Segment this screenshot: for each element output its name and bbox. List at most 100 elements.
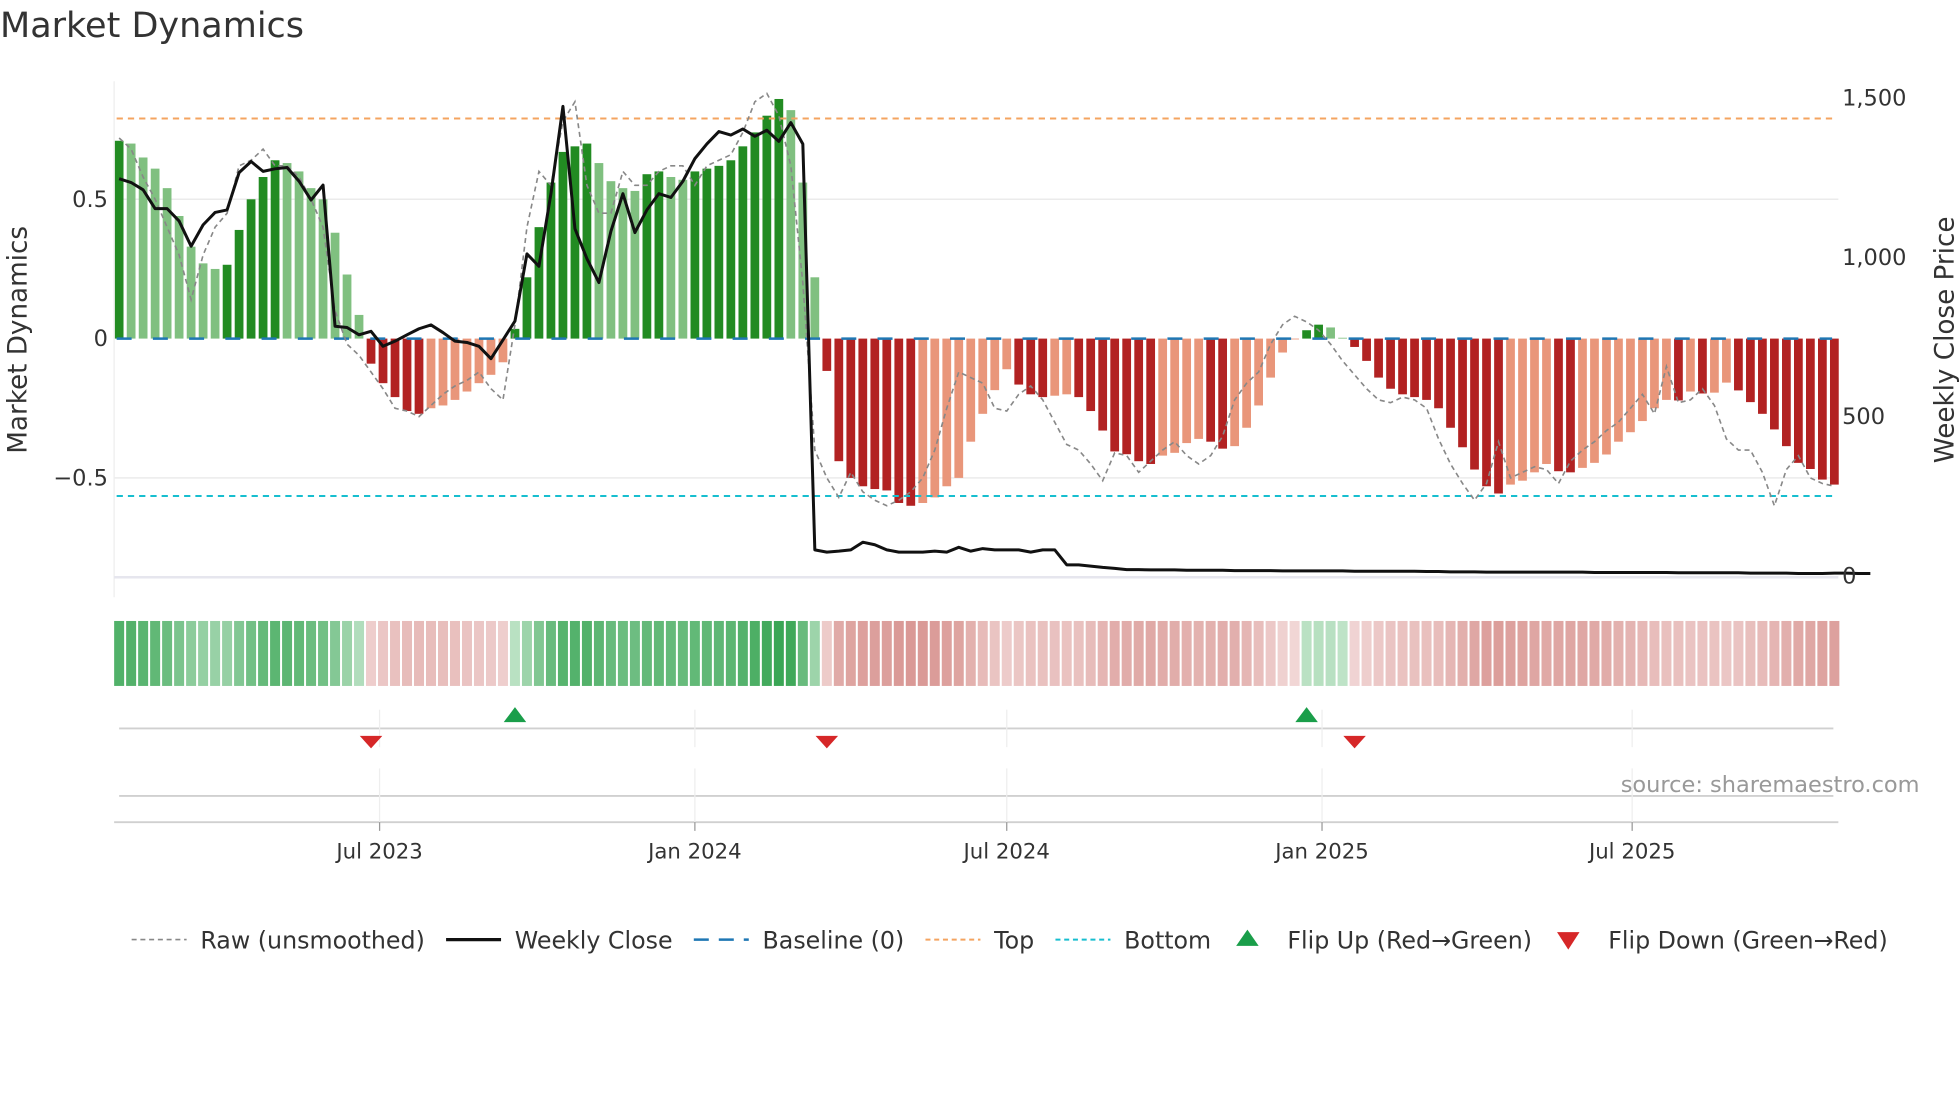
heat-cell — [1277, 620, 1288, 686]
bar — [1338, 337, 1347, 339]
bar — [570, 146, 580, 339]
heat-cell — [402, 620, 413, 686]
heat-cell — [1217, 620, 1228, 686]
heat-cell — [953, 620, 964, 686]
bar — [450, 338, 460, 400]
y2-tick-label: 500 — [1842, 404, 1885, 430]
bar — [1266, 338, 1275, 378]
bar — [954, 338, 964, 478]
heat-cell — [1613, 620, 1624, 686]
heat-cell — [1661, 620, 1672, 686]
bar — [510, 328, 520, 339]
heat-cell — [509, 620, 520, 686]
bar — [978, 338, 988, 414]
heat-cell — [1397, 620, 1408, 686]
heat-cell — [1481, 620, 1492, 686]
bar — [714, 165, 724, 339]
heat-cell — [1589, 620, 1600, 686]
bar — [114, 140, 124, 339]
heat-cell — [701, 620, 712, 686]
bar — [402, 338, 412, 412]
raw-line — [118, 92, 1835, 509]
x-tick-label: Jan 2024 — [646, 839, 742, 864]
bar — [1686, 338, 1695, 392]
heat-cell — [1421, 620, 1432, 686]
y-tick-label: −0.5 — [53, 465, 108, 491]
heat-cell — [533, 620, 544, 686]
bar — [1638, 338, 1647, 422]
heat-cell — [210, 620, 221, 686]
bar — [1182, 338, 1192, 444]
heat-cell — [437, 620, 448, 686]
heat-cell — [114, 620, 125, 686]
heat-cell — [773, 620, 784, 686]
heat-cell — [1829, 620, 1840, 686]
bar — [1230, 338, 1240, 447]
bar — [1458, 338, 1467, 448]
bar — [906, 338, 916, 506]
heat-cell — [1025, 620, 1036, 686]
bar — [222, 264, 232, 339]
heat-cell — [366, 620, 377, 686]
bar — [1146, 338, 1156, 464]
bar — [366, 338, 376, 364]
heat-cell — [1781, 620, 1792, 686]
flip-down-marker — [359, 735, 383, 749]
bar — [1422, 338, 1431, 400]
bar — [1014, 338, 1024, 385]
bar — [234, 229, 244, 339]
bar — [1314, 324, 1323, 339]
bar — [1494, 338, 1503, 494]
heat-cell — [1493, 620, 1504, 686]
heat-cell — [965, 620, 976, 686]
heat-cell — [593, 620, 604, 686]
bar — [186, 246, 196, 339]
bar — [1218, 338, 1228, 449]
bars — [114, 98, 1839, 506]
bar — [1326, 327, 1335, 339]
heat-cell — [857, 620, 868, 686]
bar — [1554, 338, 1563, 472]
heat-cell — [545, 620, 556, 686]
heat-cell — [893, 620, 904, 686]
heat-cell — [749, 620, 760, 686]
heat-cell — [330, 620, 341, 686]
bar — [1590, 338, 1599, 463]
heat-cell — [941, 620, 952, 686]
heat-cell — [1385, 620, 1396, 686]
legend-label: Raw (unsmoothed) — [200, 926, 424, 954]
legend-label: Baseline (0) — [763, 926, 905, 954]
bar — [258, 176, 268, 339]
heat-strip — [114, 620, 1840, 686]
heat-cell — [270, 620, 281, 686]
heat-cell — [1169, 620, 1180, 686]
heat-cell — [1469, 620, 1480, 686]
bar — [750, 132, 760, 339]
bar — [822, 338, 832, 371]
heat-cell — [1505, 620, 1516, 686]
bar — [1074, 338, 1084, 398]
heat-cell — [1769, 620, 1780, 686]
heat-cell — [1133, 620, 1144, 686]
bar — [702, 168, 712, 339]
bar — [1542, 338, 1551, 464]
heat-cell — [1721, 620, 1732, 686]
bar — [1446, 338, 1455, 428]
x-tick-label: Jul 2025 — [1587, 839, 1675, 864]
bar — [1530, 338, 1539, 473]
heat-cell — [1577, 620, 1588, 686]
heat-cell — [234, 620, 245, 686]
heat-cell — [1109, 620, 1120, 686]
heat-cell — [641, 620, 652, 686]
heat-cell — [246, 620, 257, 686]
legend-label: Top — [993, 926, 1034, 954]
bar — [1614, 338, 1623, 442]
bar — [582, 143, 592, 339]
bar — [1278, 338, 1287, 353]
bar — [438, 338, 448, 406]
heat-cell — [1205, 620, 1216, 686]
bar — [1518, 338, 1527, 481]
flip-up-marker — [1295, 707, 1318, 723]
heat-cell — [390, 620, 401, 686]
heat-cell — [162, 620, 173, 686]
